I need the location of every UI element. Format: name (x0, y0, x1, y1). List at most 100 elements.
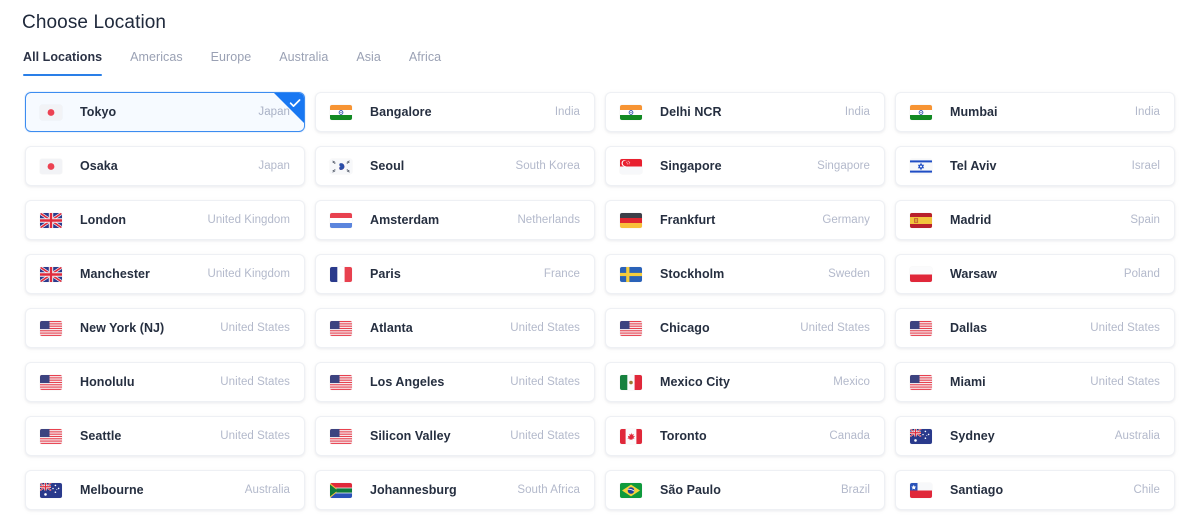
flag-icon-in (620, 104, 642, 120)
location-city-name: Tel Aviv (950, 159, 997, 173)
location-card[interactable]: Stockholm Sweden (605, 254, 885, 294)
location-card[interactable]: Osaka Japan (25, 146, 305, 186)
tab-americas[interactable]: Americas (116, 49, 197, 76)
location-card[interactable]: Silicon Valley United States (315, 416, 595, 456)
location-country-name: Poland (1123, 267, 1160, 280)
location-country-name: Sweden (828, 267, 870, 280)
location-city-name: Osaka (80, 159, 118, 173)
location-country-name: Japan (258, 159, 290, 172)
location-city-name: Paris (370, 267, 401, 281)
location-card[interactable]: Melbourne Australia (25, 470, 305, 510)
location-card[interactable]: New York (NJ) United States (25, 308, 305, 348)
location-country-name: Brazil (840, 483, 870, 496)
location-card[interactable]: Mumbai India (895, 92, 1175, 132)
location-card[interactable]: Miami United States (895, 362, 1175, 402)
location-city-name: Bangalore (370, 105, 432, 119)
location-card[interactable]: Seoul South Korea (315, 146, 595, 186)
location-city-name: Singapore (660, 159, 722, 173)
location-grid: Tokyo Japan Bangalore India Delhi NCR India Mu… (0, 76, 1199, 510)
location-country-name: Australia (1114, 429, 1160, 442)
flag-icon-in (330, 104, 352, 120)
location-city-name: Dallas (950, 321, 988, 335)
location-card[interactable]: Manchester United Kingdom (25, 254, 305, 294)
location-city-name: Silicon Valley (370, 429, 451, 443)
tab-all-locations[interactable]: All Locations (23, 49, 116, 76)
location-card[interactable]: Santiago Chile (895, 470, 1175, 510)
location-card[interactable]: London United Kingdom (25, 200, 305, 240)
location-card[interactable]: Mexico City Mexico (605, 362, 885, 402)
location-card[interactable]: Delhi NCR India (605, 92, 885, 132)
location-city-name: Seattle (80, 429, 122, 443)
flag-icon-mx (620, 374, 642, 390)
location-country-name: Israel (1131, 159, 1160, 172)
location-card[interactable]: Singapore Singapore (605, 146, 885, 186)
flag-icon-kr (330, 158, 352, 174)
location-country-name: Australia (244, 483, 290, 496)
location-card[interactable]: Los Angeles United States (315, 362, 595, 402)
flag-icon-jp (40, 104, 62, 120)
location-card[interactable]: Frankfurt Germany (605, 200, 885, 240)
location-card[interactable]: Tokyo Japan (25, 92, 305, 132)
location-card[interactable]: Atlanta United States (315, 308, 595, 348)
location-country-name: Canada (829, 429, 870, 442)
tab-africa[interactable]: Africa (395, 49, 455, 76)
location-card[interactable]: Dallas United States (895, 308, 1175, 348)
location-city-name: Melbourne (80, 483, 144, 497)
flag-icon-es (910, 212, 932, 228)
location-card[interactable]: Tel Aviv Israel (895, 146, 1175, 186)
location-card[interactable]: Bangalore India (315, 92, 595, 132)
location-city-name: Amsterdam (370, 213, 440, 227)
tab-australia[interactable]: Australia (265, 49, 342, 76)
location-country-name: United States (1090, 321, 1160, 334)
location-card[interactable]: Madrid Spain (895, 200, 1175, 240)
location-city-name: Mexico City (660, 375, 731, 389)
location-city-name: Santiago (950, 483, 1004, 497)
location-city-name: Los Angeles (370, 375, 445, 389)
location-country-name: India (844, 105, 870, 118)
location-city-name: Sydney (950, 429, 995, 443)
location-city-name: Chicago (660, 321, 710, 335)
flag-icon-in (910, 104, 932, 120)
location-city-name: Madrid (950, 213, 992, 227)
location-card[interactable]: Johannesburg South Africa (315, 470, 595, 510)
tab-europe[interactable]: Europe (197, 49, 266, 76)
location-card[interactable]: Toronto Canada (605, 416, 885, 456)
tab-asia[interactable]: Asia (342, 49, 395, 76)
location-card[interactable]: São Paulo Brazil (605, 470, 885, 510)
flag-icon-il (910, 158, 932, 174)
location-country-name: South Africa (517, 483, 580, 496)
flag-icon-br (620, 482, 642, 498)
location-country-name: Netherlands (517, 213, 580, 226)
location-category-tabs: All Locations Americas Europe Australia Asia… (0, 36, 1199, 76)
choose-location-page: Choose Location All Locations Americas Eur… (0, 0, 1199, 519)
location-city-name: Toronto (660, 429, 707, 443)
location-country-name: France (543, 267, 580, 280)
flag-icon-us (40, 320, 62, 336)
location-card[interactable]: Honolulu United States (25, 362, 305, 402)
location-country-name: United States (510, 429, 580, 442)
location-card[interactable]: Amsterdam Netherlands (315, 200, 595, 240)
location-card[interactable]: Chicago United States (605, 308, 885, 348)
flag-icon-us (330, 374, 352, 390)
location-card[interactable]: Paris France (315, 254, 595, 294)
location-city-name: New York (NJ) (80, 321, 165, 335)
location-country-name: United States (510, 321, 580, 334)
location-card[interactable]: Sydney Australia (895, 416, 1175, 456)
location-card[interactable]: Seattle United States (25, 416, 305, 456)
flag-icon-us (620, 320, 642, 336)
location-country-name: United States (220, 375, 290, 388)
location-city-name: Johannesburg (370, 483, 457, 497)
location-country-name: India (1134, 105, 1160, 118)
flag-icon-cl (910, 482, 932, 498)
location-city-name: Seoul (370, 159, 405, 173)
flag-icon-gb (40, 266, 62, 282)
location-country-name: Spain (1130, 213, 1160, 226)
flag-icon-us (910, 320, 932, 336)
location-city-name: Atlanta (370, 321, 413, 335)
location-card[interactable]: Warsaw Poland (895, 254, 1175, 294)
location-country-name: United Kingdom (207, 267, 290, 280)
flag-icon-za (330, 482, 352, 498)
location-country-name: United States (800, 321, 870, 334)
location-city-name: London (80, 213, 127, 227)
flag-icon-de (620, 212, 642, 228)
